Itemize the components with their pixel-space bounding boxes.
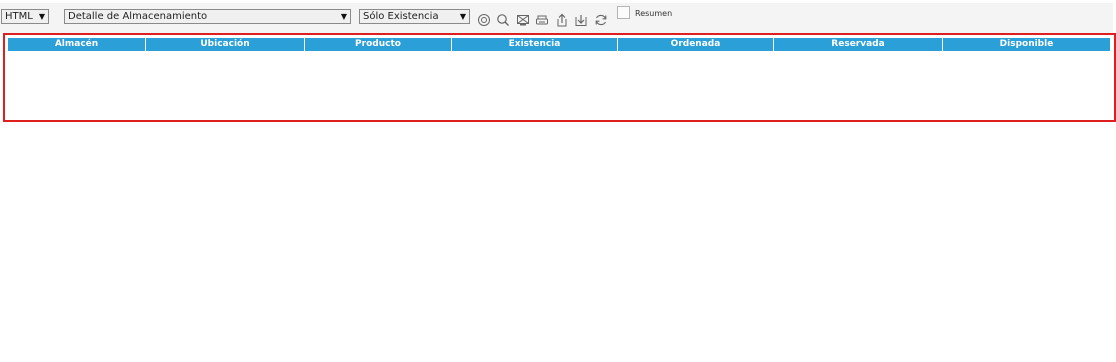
export-icon[interactable]	[555, 13, 569, 27]
print-icon[interactable]	[535, 13, 549, 27]
column-header-ordenada[interactable]: Ordenada	[618, 38, 774, 51]
summary-checkbox-label: Resumen	[635, 9, 673, 18]
report-select-value: Detalle de Almacenamiento	[68, 11, 208, 22]
chevron-down-icon: ▼	[459, 12, 466, 21]
column-header-producto[interactable]: Producto	[305, 38, 452, 51]
column-header-ubicacion[interactable]: Ubicación	[146, 38, 305, 51]
column-header-reservada[interactable]: Reservada	[774, 38, 943, 51]
print-preview-icon[interactable]	[516, 13, 530, 27]
column-header-disponible[interactable]: Disponible	[943, 38, 1110, 51]
column-header-almacen[interactable]: Almacén	[8, 38, 146, 51]
import-icon[interactable]	[574, 13, 588, 27]
storage-grid: Almacén Ubicación Producto Existencia Or…	[3, 33, 1116, 122]
chevron-down-icon: ▼	[340, 12, 347, 21]
search-icon[interactable]	[496, 13, 510, 27]
format-select-value: HTML	[5, 11, 33, 22]
grid-header: Almacén Ubicación Producto Existencia Or…	[8, 38, 1110, 51]
column-header-existencia[interactable]: Existencia	[452, 38, 618, 51]
summary-checkbox[interactable]	[617, 6, 630, 19]
filter-select[interactable]: Sólo Existencia ▼	[359, 9, 470, 24]
filter-select-value: Sólo Existencia	[363, 11, 439, 22]
format-select[interactable]: HTML ▼	[1, 9, 49, 24]
report-select[interactable]: Detalle de Almacenamiento ▼	[64, 9, 351, 24]
chevron-down-icon: ▼	[38, 12, 45, 21]
refresh-icon[interactable]	[594, 13, 608, 27]
settings-icon[interactable]	[477, 13, 491, 27]
